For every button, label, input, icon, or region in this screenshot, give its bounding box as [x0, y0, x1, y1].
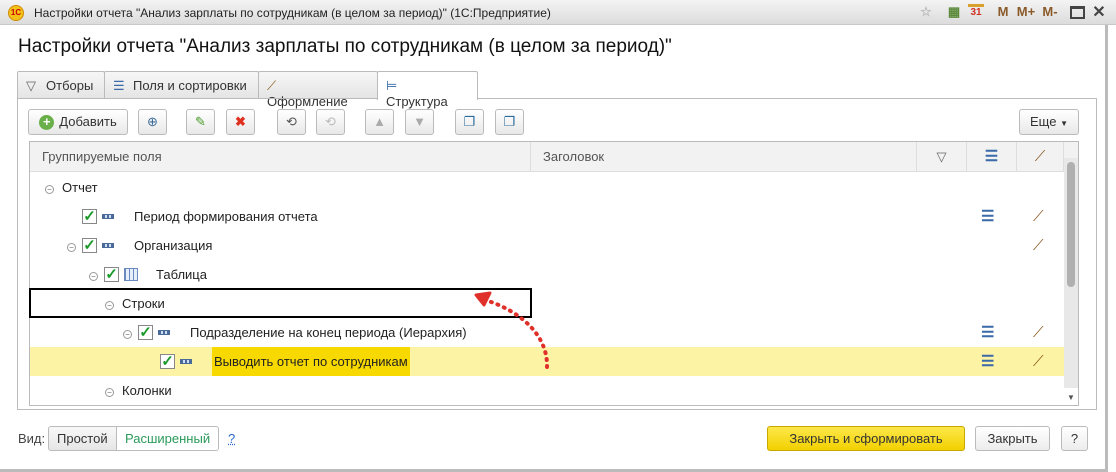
structure-icon: ⊨ [386, 78, 398, 93]
view-label: Вид: [18, 431, 46, 446]
arrow-head [474, 291, 492, 307]
row-label: Выводить отчет по сотрудникам [212, 347, 410, 376]
annotation-highlight-box [29, 288, 532, 318]
vertical-scrollbar[interactable]: ▼ [1064, 158, 1078, 402]
memory-button[interactable]: M [996, 4, 1010, 21]
column-header-title[interactable]: Заголовок [531, 142, 917, 172]
column-header-fields[interactable]: Группируемые поля [30, 142, 531, 172]
brush-icon: ⟋ [267, 78, 277, 93]
filter-icon[interactable]: ▽ [917, 142, 967, 172]
tree-row[interactable]: − Отчет [30, 173, 1064, 202]
fields-sort-icon[interactable]: ☰ [981, 347, 994, 376]
collapse-icon[interactable]: − [105, 376, 114, 405]
table-icon [124, 268, 138, 281]
collapse-icon[interactable]: − [67, 231, 76, 260]
fields-sort-icon[interactable]: ☰ [981, 202, 994, 231]
brush-icon[interactable]: ⟋ [1033, 318, 1044, 347]
move-down-button[interactable]: ▼ [405, 109, 434, 135]
calendar-icon[interactable]: 31 [968, 4, 984, 21]
help-link[interactable]: ? [228, 431, 235, 446]
chevron-down-icon: ▼ [1060, 119, 1068, 128]
view-extended-button[interactable]: Расширенный [116, 426, 220, 451]
checkbox[interactable]: ✓ [138, 325, 153, 340]
add-nested-button[interactable]: ⊕ [138, 109, 167, 135]
checkbox[interactable]: ✓ [104, 267, 119, 282]
brush-icon[interactable]: ⟋ [1033, 231, 1044, 260]
more-button[interactable]: Еще ▼ [1019, 109, 1079, 135]
maximize-icon[interactable] [1070, 6, 1085, 19]
view-simple-button[interactable]: Простой [48, 426, 117, 451]
group-button[interactable]: ⟲ [277, 109, 306, 135]
checkbox[interactable]: ✓ [160, 354, 175, 369]
field-icon [180, 359, 192, 364]
scroll-down-icon[interactable]: ▼ [1067, 393, 1075, 402]
delete-button[interactable]: ✖ [226, 109, 255, 135]
app-logo-icon: 1С [8, 5, 24, 21]
ungroup-button[interactable]: ⟲ [316, 109, 345, 135]
row-label: Таблица [156, 267, 207, 282]
tab-appearance[interactable]: ⟋Оформление [258, 71, 378, 109]
brush-icon[interactable]: ⟋ [1033, 347, 1044, 376]
filter-icon: ▽ [26, 78, 36, 93]
field-icon [102, 214, 114, 219]
collapse-icon[interactable]: − [89, 260, 98, 289]
close-button[interactable]: Закрыть [975, 426, 1050, 451]
uncheck-all-button[interactable]: ❐ [495, 109, 524, 135]
more-label: Еще [1030, 114, 1057, 129]
fields-sort-icon[interactable]: ☰ [967, 142, 1017, 172]
tab-label: Структура [386, 94, 448, 109]
table-header: Группируемые поля Заголовок ▽ ☰ ⟋ [30, 142, 1078, 172]
row-label: Колонки [122, 383, 172, 398]
tab-label: Отборы [46, 78, 94, 93]
checkbox[interactable]: ✓ [82, 209, 97, 224]
calculator-icon[interactable]: ▦ [946, 4, 962, 21]
move-up-button[interactable]: ▲ [365, 109, 394, 135]
page-title: Настройки отчета "Анализ зарплаты по сот… [18, 36, 672, 57]
checkbox[interactable]: ✓ [82, 238, 97, 253]
tab-structure[interactable]: ⊨Структура [377, 71, 478, 109]
field-icon [158, 330, 170, 335]
scrollbar-thumb[interactable] [1067, 162, 1075, 287]
tree-row[interactable]: ✓ Период формирования отчета ☰ ⟋ [30, 202, 1064, 231]
annotation-arrow [474, 291, 550, 369]
close-icon[interactable]: ✕ [1092, 2, 1106, 21]
fields-sort-icon[interactable]: ☰ [981, 318, 994, 347]
tab-fields-sort[interactable]: ☰ Поля и сортировки [104, 71, 259, 99]
window-title: Настройки отчета "Анализ зарплаты по сот… [34, 6, 551, 20]
close-and-generate-button[interactable]: Закрыть и сформировать [767, 426, 965, 451]
tree-row[interactable]: − ✓ Организация ⟋ [30, 231, 1064, 260]
collapse-icon[interactable]: − [123, 318, 132, 347]
add-label: Добавить [59, 114, 117, 129]
row-label: Отчет [62, 180, 98, 195]
memory-add-button[interactable]: M+ [1015, 4, 1037, 21]
memory-subtract-button[interactable]: M- [1040, 4, 1060, 21]
add-button[interactable]: + Добавить [28, 109, 128, 135]
row-label: Подразделение на конец периода (Иерархия… [190, 325, 467, 340]
brush-icon[interactable]: ⟋ [1017, 142, 1064, 172]
field-icon [102, 243, 114, 248]
arrow-dotted-path [480, 297, 550, 369]
add-icon: + [39, 115, 55, 130]
check-all-button[interactable]: ❐ [455, 109, 484, 135]
tab-label: Поля и сортировки [133, 78, 247, 93]
row-label: Организация [134, 238, 213, 253]
row-label: Период формирования отчета [134, 209, 318, 224]
tab-filters[interactable]: ▽ Отборы [17, 71, 105, 99]
collapse-icon[interactable]: − [45, 173, 54, 202]
edit-button[interactable]: ✎ [186, 109, 215, 135]
help-button[interactable]: ? [1061, 426, 1088, 451]
brush-icon[interactable]: ⟋ [1033, 202, 1044, 231]
title-bar: 1С Настройки отчета "Анализ зарплаты по … [0, 0, 1116, 25]
tree-row[interactable]: − Колонки [30, 376, 1064, 405]
favorite-icon[interactable]: ☆ [918, 4, 934, 21]
fields-sort-icon: ☰ [113, 78, 125, 93]
